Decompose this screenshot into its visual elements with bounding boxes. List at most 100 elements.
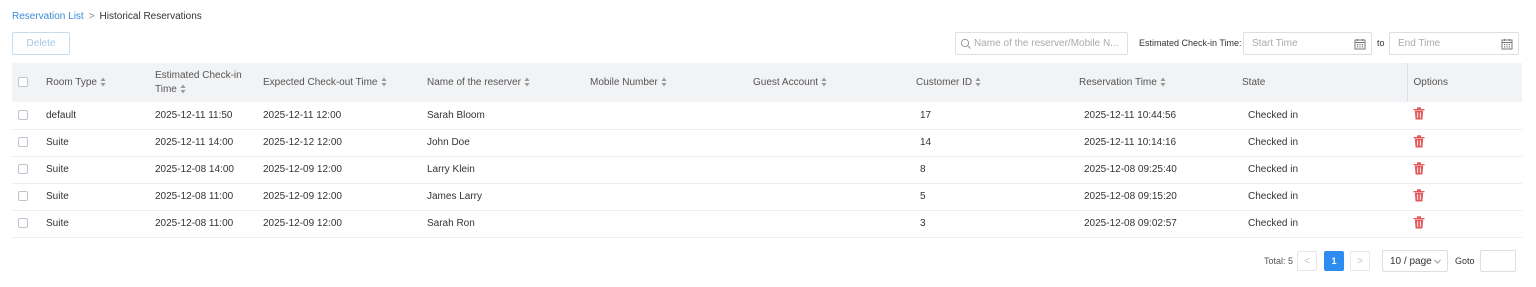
cell-customer-id: 5	[920, 191, 926, 202]
cell-customer-id: 17	[920, 109, 932, 121]
chevron-down-icon	[1433, 259, 1441, 264]
total-count: Total: 5	[1264, 256, 1294, 266]
col-expected-checkout[interactable]: Expected Check-out Time	[263, 63, 427, 102]
select-all-checkbox[interactable]	[18, 76, 28, 87]
cell-customer-id: 3	[920, 218, 926, 229]
trash-icon[interactable]	[1413, 215, 1425, 229]
table-row[interactable]: Suite 2025-12-08 11:00 2025-12-09 12:00 Sar…	[12, 210, 1522, 237]
col-mobile-number[interactable]: Mobile Number	[590, 63, 753, 102]
breadcrumb: Reservation List > Historical Reservatio…	[12, 11, 202, 22]
row-checkbox[interactable]	[18, 110, 28, 121]
col-estimated-checkin[interactable]: Estimated Check-in Time	[155, 63, 263, 102]
cell-checkout: 2025-12-12 12:00	[263, 137, 342, 148]
page-size-value: 10 / page	[1390, 255, 1432, 267]
sort-icon[interactable]	[821, 77, 827, 87]
cell-mobile	[590, 102, 753, 129]
col-reserver-name[interactable]: Name of the reserver	[427, 63, 590, 102]
cell-state: Checked in	[1248, 218, 1299, 229]
cell-room-type: Suite	[46, 191, 69, 202]
cell-guest	[753, 210, 916, 237]
sort-icon[interactable]	[1160, 77, 1166, 87]
cell-reservation-time: 2025-12-08 09:02:57	[1084, 218, 1177, 229]
cell-room-type: default	[46, 109, 77, 121]
trash-icon[interactable]	[1413, 188, 1425, 202]
cell-state: Checked in	[1248, 109, 1299, 121]
cell-room-type: Suite	[46, 218, 69, 229]
sort-icon[interactable]	[100, 77, 106, 87]
page-1-button[interactable]: 1	[1324, 251, 1344, 271]
col-reservation-time[interactable]: Reservation Time	[1079, 63, 1242, 102]
cell-mobile	[590, 210, 753, 237]
next-page-button[interactable]: >	[1350, 251, 1370, 271]
cell-state: Checked in	[1248, 191, 1299, 202]
row-checkbox[interactable]	[18, 191, 28, 202]
col-options: Options	[1406, 63, 1522, 102]
cell-reserver: Larry Klein	[427, 164, 475, 175]
trash-icon[interactable]	[1413, 134, 1425, 148]
page-size-select[interactable]: 10 / page	[1382, 250, 1448, 272]
sort-icon[interactable]	[661, 77, 667, 87]
cell-guest	[753, 183, 916, 210]
cell-reservation-time: 2025-12-11 10:44:56	[1084, 109, 1177, 121]
cell-checkin: 2025-12-08 11:00	[155, 218, 234, 229]
search-input[interactable]	[974, 38, 1124, 49]
sort-icon[interactable]	[180, 84, 186, 94]
col-room-type[interactable]: Room Type	[46, 63, 155, 102]
cell-reserver: John Doe	[427, 137, 470, 148]
cell-mobile	[590, 183, 753, 210]
to-label: to	[1377, 38, 1385, 48]
goto-label: Goto	[1455, 256, 1475, 266]
cell-state: Checked in	[1248, 164, 1299, 175]
reservations-table: Room Type Estimated Check-in Time Expecte…	[12, 63, 1522, 238]
end-time-picker[interactable]	[1389, 32, 1519, 55]
cell-mobile	[590, 129, 753, 156]
table-row[interactable]: Suite 2025-12-08 11:00 2025-12-09 12:00 Jam…	[12, 183, 1522, 210]
cell-checkout: 2025-12-09 12:00	[263, 218, 342, 229]
end-time-input[interactable]	[1398, 38, 1488, 49]
cell-mobile	[590, 156, 753, 183]
breadcrumb-reservation-list-link[interactable]: Reservation List	[12, 11, 84, 22]
col-state: State	[1242, 76, 1266, 88]
cell-checkin: 2025-12-08 11:00	[155, 191, 234, 202]
table-row[interactable]: Suite 2025-12-08 14:00 2025-12-09 12:00 Lar…	[12, 156, 1522, 183]
search-field[interactable]	[955, 32, 1128, 55]
cell-reserver: James Larry	[427, 191, 483, 202]
table-row[interactable]: Suite 2025-12-11 14:00 2025-12-12 12:00 Joh…	[12, 129, 1522, 156]
cell-checkin: 2025-12-11 14:00	[155, 137, 234, 148]
cell-reserver: Sarah Bloom	[427, 109, 485, 121]
calendar-icon	[1354, 38, 1366, 49]
trash-icon[interactable]	[1413, 107, 1425, 120]
cell-checkout: 2025-12-11 12:00	[263, 109, 342, 121]
row-checkbox[interactable]	[18, 164, 28, 175]
cell-reservation-time: 2025-12-08 09:15:20	[1084, 191, 1177, 202]
checkin-filter-label: Estimated Check-in Time:	[1139, 38, 1242, 48]
start-time-picker[interactable]	[1243, 32, 1372, 55]
col-customer-id[interactable]: Customer ID	[916, 63, 1079, 102]
cell-reserver: Sarah Ron	[427, 218, 475, 229]
delete-button[interactable]: Delete	[12, 32, 70, 55]
cell-guest	[753, 102, 916, 129]
cell-checkout: 2025-12-09 12:00	[263, 164, 342, 175]
start-time-input[interactable]	[1252, 38, 1342, 49]
cell-customer-id: 8	[920, 164, 926, 175]
cell-checkin: 2025-12-08 14:00	[155, 164, 234, 175]
sort-icon[interactable]	[524, 77, 530, 87]
cell-guest	[753, 129, 916, 156]
trash-icon[interactable]	[1413, 161, 1425, 175]
col-guest-account[interactable]: Guest Account	[753, 63, 916, 102]
breadcrumb-separator: >	[88, 11, 95, 22]
prev-page-button[interactable]: <	[1297, 251, 1317, 271]
cell-reservation-time: 2025-12-11 10:14:16	[1084, 137, 1177, 148]
calendar-icon	[1501, 38, 1513, 49]
breadcrumb-current: Historical Reservations	[99, 11, 202, 22]
table-row[interactable]: default 2025-12-11 11:50 2025-12-11 12:00 S…	[12, 102, 1522, 129]
cell-customer-id: 14	[920, 137, 932, 148]
row-checkbox[interactable]	[18, 218, 28, 229]
cell-room-type: Suite	[46, 137, 69, 148]
cell-checkin: 2025-12-11 11:50	[155, 109, 233, 121]
goto-page-input[interactable]	[1480, 250, 1516, 272]
cell-guest	[753, 156, 916, 183]
sort-icon[interactable]	[975, 77, 981, 87]
row-checkbox[interactable]	[18, 137, 28, 148]
sort-icon[interactable]	[381, 77, 387, 87]
